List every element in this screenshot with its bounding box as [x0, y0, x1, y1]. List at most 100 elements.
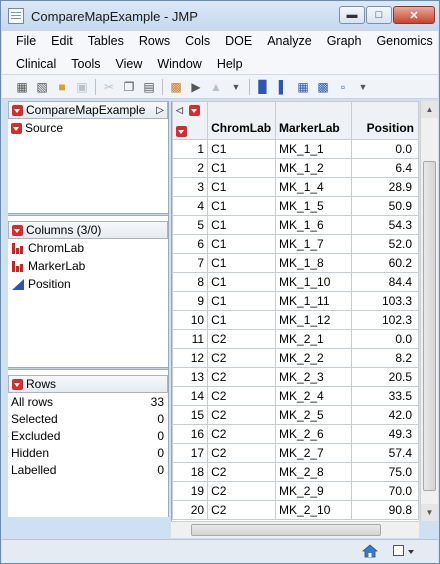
row-number[interactable]: 3 — [172, 177, 209, 197]
cell-position[interactable]: 60.2 — [350, 253, 419, 273]
row-number[interactable]: 9 — [172, 291, 209, 311]
cell-chromlab[interactable]: C2 — [207, 443, 277, 463]
close-button[interactable]: ✕ — [393, 6, 435, 24]
column-header-markerlab[interactable]: MarkerLab — [275, 101, 352, 140]
maximize-button[interactable]: □ — [366, 6, 392, 24]
row-number[interactable]: 13 — [172, 367, 209, 387]
fit-icon[interactable]: ▌ — [273, 78, 293, 96]
cell-position[interactable]: 70.0 — [350, 481, 419, 501]
scroll-thumb[interactable] — [191, 524, 381, 536]
cell-chromlab[interactable]: C1 — [207, 253, 277, 273]
cell-position[interactable]: 50.9 — [350, 196, 419, 216]
cell-chromlab[interactable]: C2 — [207, 405, 277, 425]
cell-position[interactable]: 0.0 — [350, 329, 419, 349]
grid-corner[interactable]: ◁ — [172, 101, 209, 140]
graph-icon[interactable]: ▩ — [313, 78, 333, 96]
table-row[interactable]: 2 C1 MK_1_2 6.4 — [172, 158, 419, 178]
menu-graph[interactable]: Graph — [327, 34, 362, 48]
column-item-chromlab[interactable]: ChromLab — [8, 239, 168, 257]
cell-markerlab[interactable]: MK_1_5 — [275, 196, 352, 216]
cell-markerlab[interactable]: MK_2_9 — [275, 481, 352, 501]
table-row[interactable]: 1 C1 MK_1_1 0.0 — [172, 139, 419, 159]
multivariate-icon[interactable]: ▫ — [333, 78, 353, 96]
cell-markerlab[interactable]: MK_1_8 — [275, 253, 352, 273]
cell-chromlab[interactable]: C1 — [207, 291, 277, 311]
cell-markerlab[interactable]: MK_2_1 — [275, 329, 352, 349]
cell-chromlab[interactable]: C2 — [207, 462, 277, 482]
red-triangle-icon[interactable] — [12, 378, 23, 390]
row-number[interactable]: 1 — [172, 139, 209, 159]
menu-cols[interactable]: Cols — [185, 34, 210, 48]
menu-edit[interactable]: Edit — [51, 34, 73, 48]
cell-chromlab[interactable]: C1 — [207, 310, 277, 330]
collapse-icon[interactable]: ◁ — [176, 105, 183, 116]
cell-position[interactable]: 102.3 — [350, 310, 419, 330]
row-number[interactable]: 5 — [172, 215, 209, 235]
chevron-down-icon[interactable] — [408, 550, 414, 554]
cell-position[interactable]: 20.5 — [350, 367, 419, 387]
menu-tools[interactable]: Tools — [71, 57, 100, 71]
run-script-icon[interactable]: ▶ — [186, 78, 206, 96]
menu-doe[interactable]: DOE — [225, 34, 252, 48]
column-header-chromlab[interactable]: ChromLab — [207, 101, 277, 140]
columns-panel-header[interactable]: Columns (3/0) — [8, 221, 168, 239]
table-row[interactable]: 17 C2 MK_2_7 57.4 — [172, 443, 419, 463]
cell-position[interactable]: 28.9 — [350, 177, 419, 197]
rows-panel-header[interactable]: Rows — [8, 375, 168, 393]
cell-position[interactable]: 54.3 — [350, 215, 419, 235]
cell-markerlab[interactable]: MK_1_10 — [275, 272, 352, 292]
table-row[interactable]: 19 C2 MK_2_9 70.0 — [172, 481, 419, 501]
row-number[interactable]: 15 — [172, 405, 209, 425]
menu-help[interactable]: Help — [217, 57, 243, 71]
horizontal-scrollbar[interactable] — [171, 521, 419, 538]
cell-markerlab[interactable]: MK_1_4 — [275, 177, 352, 197]
cell-markerlab[interactable]: MK_2_3 — [275, 367, 352, 387]
cell-chromlab[interactable]: C2 — [207, 424, 277, 444]
cell-chromlab[interactable]: C2 — [207, 386, 277, 406]
table-row[interactable]: 13 C2 MK_2_3 20.5 — [172, 367, 419, 387]
cell-position[interactable]: 33.5 — [350, 386, 419, 406]
open-icon[interactable]: ▧ — [32, 78, 52, 96]
toolbar-overflow-icon[interactable]: ▼ — [226, 78, 246, 96]
bivariate-icon[interactable]: ▦ — [293, 78, 313, 96]
menu-genomics[interactable]: Genomics — [376, 34, 432, 48]
save-icon[interactable]: ▣ — [72, 78, 92, 96]
column-header-position[interactable]: Position — [350, 101, 419, 140]
cell-markerlab[interactable]: MK_2_2 — [275, 348, 352, 368]
cell-chromlab[interactable]: C1 — [207, 272, 277, 292]
cell-chromlab[interactable]: C2 — [207, 348, 277, 368]
cell-position[interactable]: 90.8 — [350, 500, 419, 520]
scroll-down-icon[interactable]: ▼ — [421, 504, 438, 521]
row-number[interactable]: 6 — [172, 234, 209, 254]
table-row[interactable]: 3 C1 MK_1_4 28.9 — [172, 177, 419, 197]
cell-chromlab[interactable]: C1 — [207, 234, 277, 254]
red-triangle-icon[interactable] — [12, 224, 23, 236]
table-row[interactable]: 20 C2 MK_2_10 90.8 — [172, 500, 419, 520]
cell-position[interactable]: 8.2 — [350, 348, 419, 368]
table-row[interactable]: 4 C1 MK_1_5 50.9 — [172, 196, 419, 216]
chart-icon[interactable]: ▲ — [206, 78, 226, 96]
red-triangle-icon[interactable] — [176, 126, 187, 137]
cell-chromlab[interactable]: C2 — [207, 481, 277, 501]
cell-markerlab[interactable]: MK_2_8 — [275, 462, 352, 482]
row-number[interactable]: 7 — [172, 253, 209, 273]
menu-view[interactable]: View — [115, 57, 142, 71]
menu-window[interactable]: Window — [157, 57, 201, 71]
home-icon[interactable] — [362, 544, 378, 558]
cell-markerlab[interactable]: MK_2_4 — [275, 386, 352, 406]
table-row[interactable]: 10 C1 MK_1_12 102.3 — [172, 310, 419, 330]
menu-clinical[interactable]: Clinical — [16, 57, 56, 71]
cell-position[interactable]: 57.4 — [350, 443, 419, 463]
table-row[interactable]: 15 C2 MK_2_5 42.0 — [172, 405, 419, 425]
table-row[interactable]: 8 C1 MK_1_10 84.4 — [172, 272, 419, 292]
red-triangle-icon[interactable] — [11, 122, 22, 134]
cell-markerlab[interactable]: MK_1_1 — [275, 139, 352, 159]
vertical-scrollbar[interactable]: ▲ ▼ — [420, 101, 438, 521]
column-item-markerlab[interactable]: MarkerLab — [8, 257, 168, 275]
row-number[interactable]: 19 — [172, 481, 209, 501]
table-row[interactable]: 18 C2 MK_2_8 75.0 — [172, 462, 419, 482]
folder-icon[interactable]: ■ — [52, 78, 72, 96]
cell-chromlab[interactable]: C2 — [207, 329, 277, 349]
cell-position[interactable]: 75.0 — [350, 462, 419, 482]
table-row[interactable]: 16 C2 MK_2_6 49.3 — [172, 424, 419, 444]
